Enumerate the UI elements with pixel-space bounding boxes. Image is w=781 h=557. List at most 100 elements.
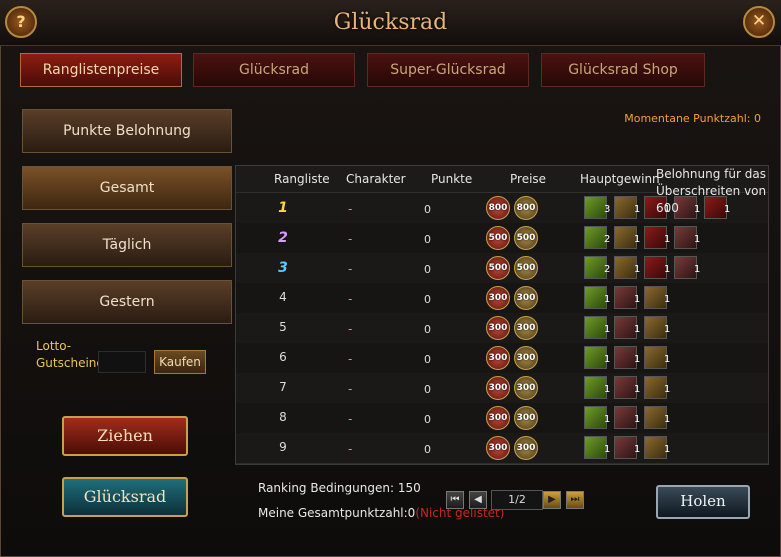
prize-coin-red-icon[interactable]: 300	[486, 436, 510, 460]
prize-coin-gold-icon[interactable]: 300	[514, 406, 538, 430]
prize-coin-red-icon[interactable]: 300	[486, 376, 510, 400]
close-icon[interactable]: ✕	[743, 6, 775, 38]
reward-item-count: 1	[634, 204, 641, 215]
reward-item-count: 1	[694, 234, 701, 245]
tab-ranglistenpreise[interactable]: Ranglistenpreise	[20, 53, 182, 87]
reward-item-count: 1	[634, 414, 641, 425]
rank-cell: 7	[279, 380, 287, 394]
punkte-belohnung-button[interactable]: Punkte Belohnung	[22, 109, 232, 153]
header-charakter: Charakter	[346, 172, 406, 186]
prize-coin-gold-icon[interactable]: 500	[514, 256, 538, 280]
reward-item-count: 1	[634, 234, 641, 245]
ziehen-button[interactable]: Ziehen	[62, 416, 188, 456]
lotto-gutscheine-field[interactable]	[98, 351, 146, 373]
prize-coin-red-icon[interactable]: 800	[486, 196, 510, 220]
title-bar: ? Glücksrad ✕	[0, 0, 781, 46]
prize-coin-red-icon[interactable]: 500	[486, 256, 510, 280]
ranking-conditions-text: Ranking Bedingungen: 150	[258, 481, 421, 495]
prev-page-icon[interactable]: ◀	[469, 491, 487, 509]
table-row: 9 - 0 300 300 1 1 1	[236, 433, 768, 464]
tab-gluecksrad[interactable]: Glücksrad	[193, 53, 355, 87]
holen-button[interactable]: Holen	[656, 485, 750, 519]
reward-item-count: 1	[604, 294, 611, 305]
rank-cell: 2	[278, 230, 288, 246]
my-total-score: Meine Gesamtpunktzahl:0	[258, 506, 416, 520]
character-cell: -	[348, 292, 353, 306]
lotto-gutscheine-label: Lotto- Gutscheine	[36, 339, 104, 370]
bonus-threshold-text: Belohnung für das Überschreiten von 600	[656, 167, 767, 215]
table-row: 6 - 0 300 300 1 1 1	[236, 343, 768, 374]
rank-cell: 6	[279, 350, 287, 364]
next-page-icon[interactable]: ▶	[543, 491, 561, 509]
prize-coin-red-icon[interactable]: 300	[486, 406, 510, 430]
character-cell: -	[348, 262, 353, 276]
first-page-icon[interactable]: ⏮	[446, 491, 464, 509]
table-row: 8 - 0 300 300 1 1 1	[236, 403, 768, 434]
character-cell: -	[348, 322, 353, 336]
character-cell: -	[348, 232, 353, 246]
rank-cell: 9	[279, 440, 287, 454]
table-row: 2 - 0 500 500 2 1 1 1	[236, 223, 768, 254]
gluecksrad-button[interactable]: Glücksrad	[62, 477, 188, 517]
prize-coin-gold-icon[interactable]: 300	[514, 376, 538, 400]
reward-item-count: 1	[634, 384, 641, 395]
reward-item-count: 1	[634, 294, 641, 305]
reward-item-count: 1	[664, 384, 671, 395]
tab-gluecksrad-shop[interactable]: Glücksrad Shop	[541, 53, 705, 87]
prize-coin-red-icon[interactable]: 300	[486, 316, 510, 340]
reward-item-count: 1	[694, 264, 701, 275]
prize-coin-red-icon[interactable]: 300	[486, 346, 510, 370]
points-cell: 0	[424, 383, 431, 396]
prize-coin-gold-icon[interactable]: 300	[514, 316, 538, 340]
page-indicator: 1/2	[491, 490, 543, 510]
tab-super-gluecksrad[interactable]: Super-Glücksrad	[367, 53, 529, 87]
prize-coin-gold-icon[interactable]: 300	[514, 286, 538, 310]
character-cell: -	[348, 382, 353, 396]
table-row: 3 - 0 500 500 2 1 1 1	[236, 253, 768, 284]
reward-item-count: 1	[634, 264, 641, 275]
points-cell: 0	[424, 413, 431, 426]
reward-item-count: 2	[604, 264, 611, 275]
points-cell: 0	[424, 233, 431, 246]
character-cell: -	[348, 202, 353, 216]
reward-item-count: 1	[664, 264, 671, 275]
table-row: 4 - 0 300 300 1 1 1	[236, 283, 768, 314]
points-cell: 0	[424, 293, 431, 306]
reward-item-count: 1	[664, 354, 671, 365]
reward-item-count: 1	[664, 324, 671, 335]
last-page-icon[interactable]: ⏭	[566, 491, 584, 509]
prize-coin-red-icon[interactable]: 300	[486, 286, 510, 310]
reward-item-count: 1	[634, 324, 641, 335]
reward-item-count: 1	[664, 444, 671, 455]
reward-item-count: 1	[664, 234, 671, 245]
reward-item-count: 1	[604, 324, 611, 335]
header-punkte: Punkte	[431, 172, 473, 186]
rank-cell: 8	[279, 410, 287, 424]
window-title: Glücksrad	[333, 10, 448, 35]
prize-coin-red-icon[interactable]: 500	[486, 226, 510, 250]
rank-cell: 3	[278, 260, 288, 276]
current-points-text: Momentane Punktzahl: 0	[624, 112, 761, 125]
gestern-button[interactable]: Gestern	[22, 280, 232, 324]
prize-coin-gold-icon[interactable]: 300	[514, 346, 538, 370]
prize-coin-gold-icon[interactable]: 800	[514, 196, 538, 220]
reward-item-count: 1	[664, 414, 671, 425]
character-cell: -	[348, 412, 353, 426]
reward-item-count: 1	[604, 384, 611, 395]
prize-coin-gold-icon[interactable]: 500	[514, 226, 538, 250]
header-hauptgewinn: Hauptgewinn	[580, 172, 660, 186]
points-cell: 0	[424, 203, 431, 216]
reward-item-count: 1	[634, 444, 641, 455]
reward-item-count: 1	[604, 414, 611, 425]
gesamt-button[interactable]: Gesamt	[22, 166, 232, 210]
rank-cell: 4	[279, 290, 287, 304]
table-row: 5 - 0 300 300 1 1 1	[236, 313, 768, 344]
kaufen-button[interactable]: Kaufen	[154, 350, 206, 374]
reward-item-count: 3	[604, 204, 611, 215]
points-cell: 0	[424, 353, 431, 366]
rank-cell: 1	[278, 200, 288, 216]
taeglich-button[interactable]: Täglich	[22, 223, 232, 267]
reward-item-count: 1	[604, 444, 611, 455]
character-cell: -	[348, 352, 353, 366]
prize-coin-gold-icon[interactable]: 300	[514, 436, 538, 460]
